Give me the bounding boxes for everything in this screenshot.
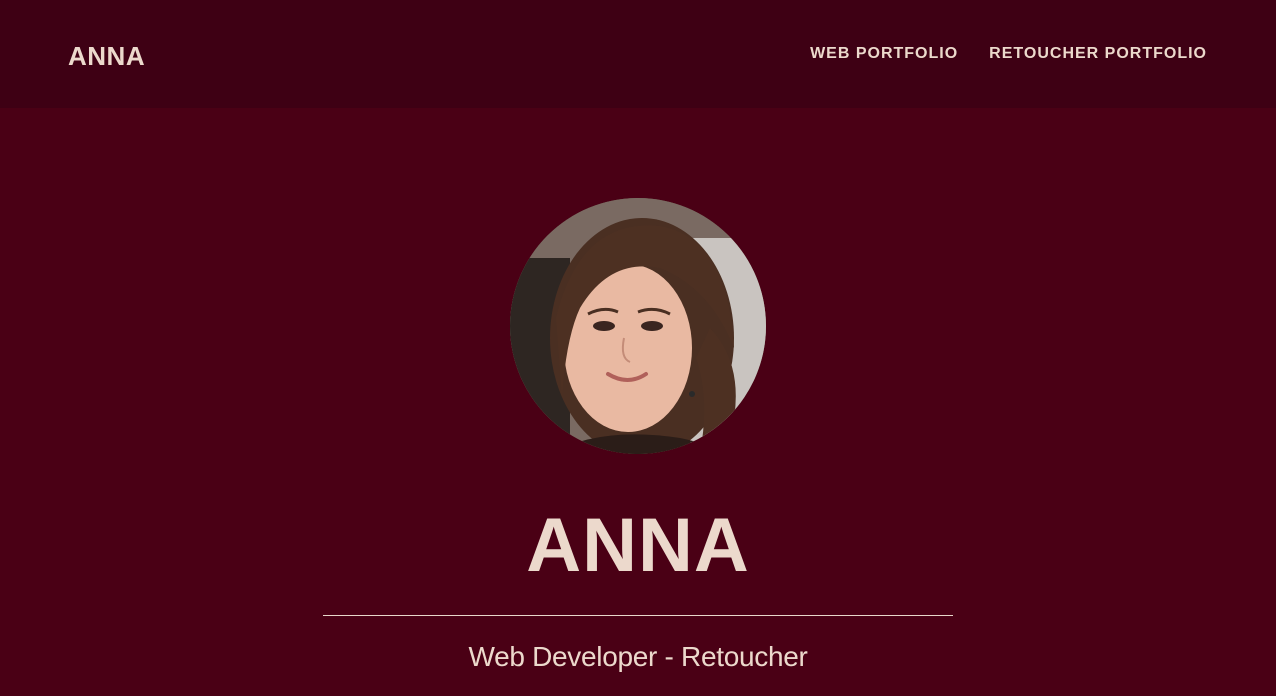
nav-link-retoucher-portfolio[interactable]: RETOUCHER PORTFOLIO (989, 44, 1207, 64)
nav-links: WEB PORTFOLIO RETOUCHER PORTFOLIO (810, 44, 1207, 64)
nav-link-web-portfolio[interactable]: WEB PORTFOLIO (810, 44, 958, 64)
profile-avatar (510, 198, 766, 454)
brand-logo-link[interactable]: ANNA (68, 40, 145, 72)
hero-title: ANNA (526, 503, 750, 588)
profile-photo-icon (510, 198, 766, 454)
navbar: ANNA WEB PORTFOLIO RETOUCHER PORTFOLIO (0, 0, 1276, 108)
hero-section: ANNA Web Developer - Retoucher (0, 108, 1276, 696)
hero-divider (323, 615, 953, 616)
hero-subtitle: Web Developer - Retoucher (468, 641, 808, 672)
